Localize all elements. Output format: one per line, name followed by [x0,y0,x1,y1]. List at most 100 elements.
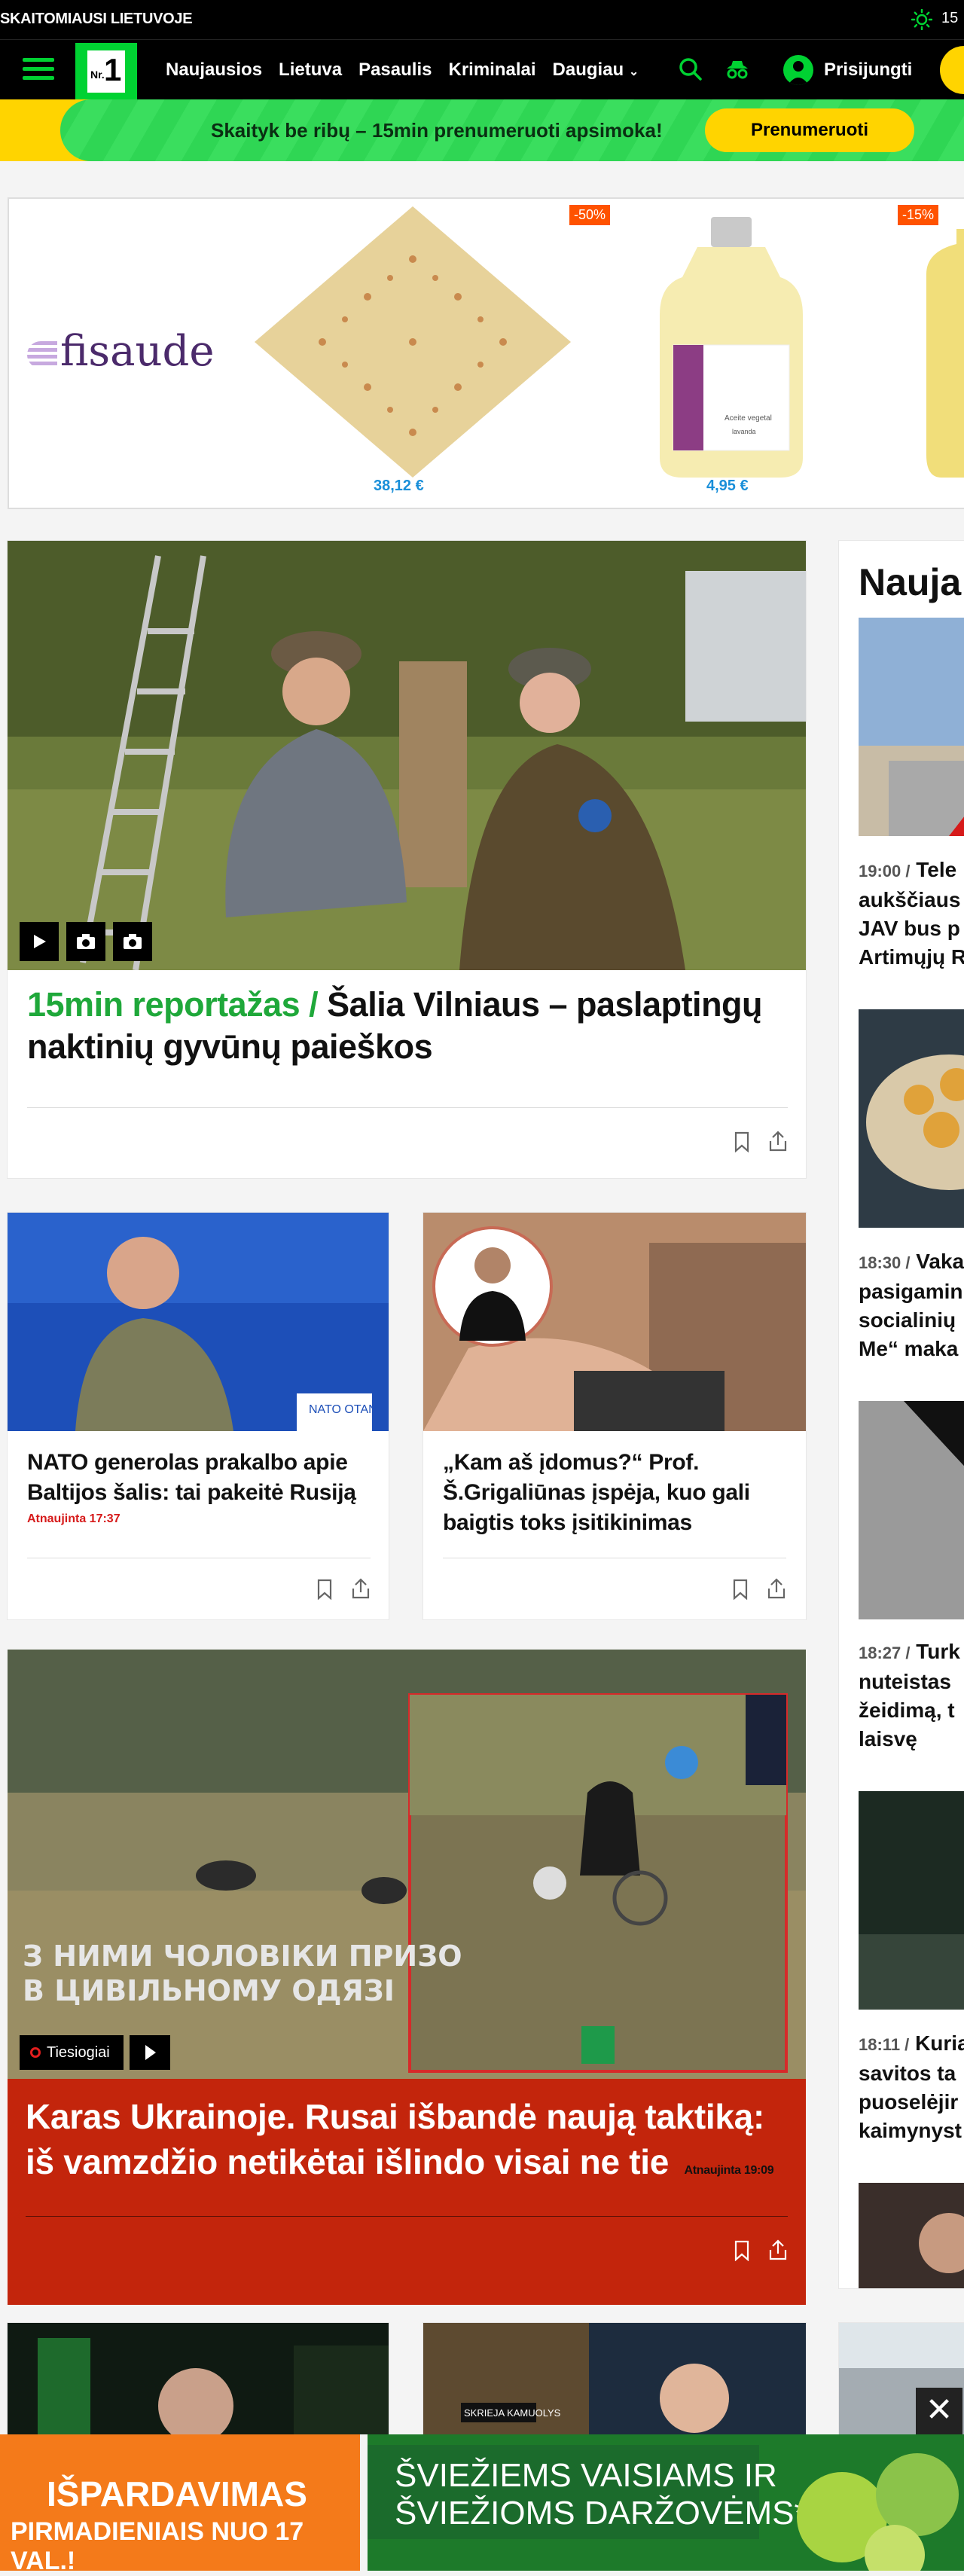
hero-title[interactable]: 15min reportažas / Šalia Vilniaus – pasl… [27,984,780,1068]
live-article-title[interactable]: Karas Ukrainoje. Rusai išbandė naują tak… [26,2094,786,2193]
sidebar-image-3[interactable] [859,1401,964,1619]
sidebar-line: JAV bus p [859,917,960,940]
sidebar-image-4[interactable] [859,1791,964,2010]
bottle-label-1: Aceite vegetal [725,414,772,423]
sidebar-item-1[interactable]: 19:00 / Tele aukščiaus JAV bus p Artimųj… [859,856,964,972]
live-article-card[interactable]: З НИМИ ЧОЛОВІКИ ПРИЗО В ЦИВІЛЬНОМУ ОДЯЗІ [8,1650,806,2305]
article-card-bottom-1[interactable] [8,2323,389,2443]
article-card-nato[interactable]: NATO OTAN NATO generolas prakalbo apie B… [8,1213,389,1619]
product-ad[interactable]: fisaude 38,12 € -50% Aceite vegetal lava… [8,197,964,509]
top-slogan: SKAITOMIAUSI LIETUVOJE [0,11,193,27]
video-play-icon[interactable] [20,922,59,961]
product-image-mat[interactable] [255,206,571,478]
sidebar-item-2[interactable]: 18:30 / Vaka pasigamin socialinių Me“ ma… [859,1247,964,1363]
site-logo[interactable]: Nr. 1 [75,43,137,100]
sidebar-line: pasigamin [859,1280,963,1303]
chevron-down-icon: ⌄ [628,66,639,78]
sidebar-image-1[interactable] [859,618,964,836]
ad-brand-text: fisaude [60,327,215,376]
hero-image[interactable] [8,541,806,970]
login-button[interactable]: Prisijungti [783,55,912,85]
temperature: 15 [941,10,959,26]
nav-link-naujausios[interactable]: Naujausios [166,60,262,81]
user-avatar-icon [783,55,813,85]
sidebar-line: aukščiaus [859,888,961,911]
live-article-image[interactable]: З НИМИ ЧОЛОВІКИ ПРИЗО В ЦИВІЛЬНОМУ ОДЯЗІ [8,1650,806,2079]
nav-link-daugiau-label: Daugiau [552,60,624,80]
bookmark-icon[interactable] [732,1579,749,1600]
photo-camera-icon[interactable] [66,922,105,961]
live-label: Tiesiogiai [47,2043,110,2061]
nav-link-pasaulis[interactable]: Pasaulis [358,60,432,81]
sidebar-heading: Nauja [859,561,962,603]
menu-icon[interactable] [23,58,54,81]
logo-one-text: 1 [104,52,122,87]
close-ad-button[interactable]: ✕ [916,2388,962,2434]
share-icon[interactable] [768,2239,788,2261]
live-dot-icon [30,2047,41,2058]
promo-text: Skaityk be ribų – 15min prenumeruoti aps… [211,119,663,142]
sidebar-line: Artimųjų R [859,945,964,969]
subscribe-button[interactable]: Prenumeruoti [705,108,914,152]
sidebar-item-4[interactable]: 18:11 / Kuria savitos ta puoselėjir kaim… [859,2029,964,2145]
video-play-icon[interactable] [130,2035,170,2070]
sidebar-line: puoselėjir [859,2090,959,2114]
weather-sun-icon [911,9,932,30]
sale-ad-panel[interactable]: IŠPARDAVIMAS PIRMADIENIAIS NUO 17 VAL.! [0,2434,360,2575]
subscribe-pill[interactable] [940,46,964,94]
share-icon[interactable] [351,1577,371,1600]
video-overlay-line-1: З НИМИ ЧОЛОВІКИ ПРИЗО [23,1940,462,1973]
share-icon[interactable] [768,1130,788,1152]
sidebar-line: Turk [916,1640,960,1663]
incognito-icon[interactable] [723,55,752,84]
discount-badge-1: -50% [569,205,611,225]
product-image-bottle-2[interactable] [926,229,964,478]
sidebar-line: Kuria [915,2031,964,2055]
brand-mark-icon [27,340,57,368]
article-card-bottom-2[interactable]: SKRIEJA KAMUOLYS [423,2323,806,2443]
discount-badge-2: -15% [898,205,939,225]
bookmark-icon[interactable] [316,1579,333,1600]
sidebar-time-1: 19:00 / [859,862,911,881]
nato-sign: NATO OTAN [309,1403,377,1416]
produce-ad-panel[interactable]: ŠVIEŽIEMS VAISIAMS IR ŠVIEŽIOMS DARŽOVĖM… [360,2434,964,2571]
sidebar-time-4: 18:11 / [859,2035,910,2054]
bookmark-icon[interactable] [734,1131,750,1152]
sidebar-image-2[interactable] [859,1009,964,1228]
sidebar-line: savitos ta [859,2062,956,2085]
sticky-bottom-ad[interactable]: IŠPARDAVIMAS PIRMADIENIAIS NUO 17 VAL.! … [0,2434,964,2575]
login-label: Prisijungti [824,60,913,80]
product-image-bottle[interactable]: Aceite vegetal lavanda [652,217,810,478]
produce-fruits-image [797,2453,959,2571]
close-icon: ✕ [925,2391,953,2428]
live-badge[interactable]: Tiesiogiai [20,2035,124,2070]
nav-link-kriminalai[interactable]: Kriminalai [448,60,535,81]
gallery-camera-icon[interactable] [113,922,152,961]
sidebar-item-3[interactable]: 18:27 / Turk nuteistas žeidimą, t laisvę [859,1637,964,1753]
product-price-1[interactable]: 38,12 € [374,478,424,495]
article-title-nato[interactable]: NATO generolas prakalbo apie Baltijos ša… [27,1448,374,1508]
nav-link-lietuva[interactable]: Lietuva [279,60,342,81]
video-overlay-line-2: В ЦИВІЛЬНОМУ ОДЯЗІ [23,1974,395,2007]
article-image-bottom-2[interactable]: SKRIEJA KAMUOLYS [423,2323,806,2443]
article-title-grigaliunas[interactable]: „Kam aš įdomus?“ Prof. Š.Grigaliūnas įsp… [443,1448,797,1538]
sidebar-line: žeidimą, t [859,1699,955,1722]
bottom-card-badge: SKRIEJA KAMUOLYS [464,2407,561,2419]
sidebar-line: Me“ maka [859,1337,959,1360]
article-card-grigaliunas[interactable]: „Kam aš įdomus?“ Prof. Š.Grigaliūnas įsp… [423,1213,806,1619]
search-icon[interactable] [676,55,705,84]
hero-article-card[interactable]: 15min reportažas / Šalia Vilniaus – pasl… [8,541,806,1178]
sidebar-line: Tele [916,858,957,881]
bookmark-icon[interactable] [734,2240,750,2261]
nav-link-daugiau[interactable]: Daugiau ⌄ [553,60,639,81]
top-bar: SKAITOMIAUSI LIETUVOJE 15 [0,0,964,39]
sidebar-time-3: 18:27 / [859,1644,911,1662]
article-image-grigaliunas[interactable] [423,1213,806,1431]
article-image-nato[interactable]: NATO OTAN [8,1213,389,1431]
share-icon[interactable] [767,1577,786,1600]
live-article-updated: Atnaujinta 19:09 [684,2164,774,2177]
article-image-bottom-1[interactable] [8,2323,389,2443]
sidebar-image-5[interactable] [859,2183,964,2288]
sidebar-line: laisvę [859,1727,917,1750]
product-price-2[interactable]: 4,95 € [706,478,749,495]
